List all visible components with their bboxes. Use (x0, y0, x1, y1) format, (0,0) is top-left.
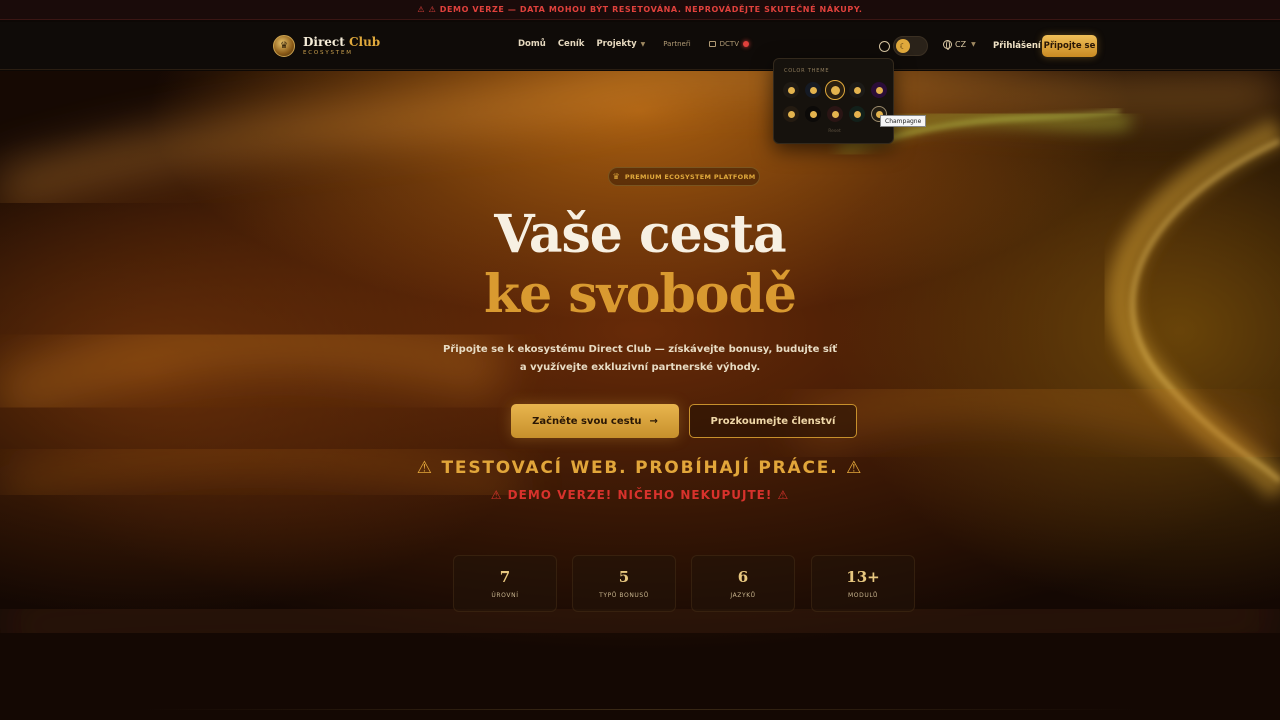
demo-banner: ⚠ ⚠ DEMO VERZE — DATA MOHOU BÝT RESETOVÁ… (0, 0, 1280, 20)
theme-swatch-dot (809, 86, 817, 94)
stat-card-languages: 6 JAZYKŮ (691, 555, 795, 612)
chevron-down-icon: ▼ (640, 40, 646, 48)
join-button[interactable]: Připojte se (1042, 35, 1097, 57)
nav-pricing[interactable]: Ceník (558, 39, 585, 49)
theme-swatch-dot (853, 110, 861, 118)
stat-card-bonus-types: 5 TYPŮ BONUSŮ (572, 555, 676, 612)
stat-value: 5 (618, 568, 630, 586)
theme-reset-link[interactable]: Reset (774, 129, 895, 134)
tv-icon (708, 41, 716, 47)
logo-text: Direct Club ECOSYSTEM (303, 36, 380, 57)
logo-crest-icon: ♛ (273, 35, 295, 57)
hero-title-line2: ke svobodě (484, 264, 797, 325)
logo-title: Direct Club (303, 36, 380, 48)
theme-swatch-dot (830, 85, 840, 95)
nav-projects-label: Projekty (596, 39, 637, 49)
stat-label: TYPŮ BONUSŮ (599, 592, 649, 599)
color-theme-popover: COLOR THEME Reset (773, 58, 894, 144)
logo-subtitle: ECOSYSTEM (303, 49, 353, 56)
hero-title-line1: Vaše cesta (494, 204, 786, 265)
theme-swatch-dot (853, 86, 861, 94)
theme-swatch-dot (809, 110, 817, 118)
nav-home-label: Domů (518, 39, 546, 49)
premium-badge: ♛ PREMIUM ECOSYSTEM PLATFORM (608, 167, 760, 186)
theme-swatch[interactable] (783, 106, 799, 122)
theme-swatch[interactable] (825, 80, 845, 100)
stat-card-modules: 13+ MODULŮ (811, 555, 915, 612)
nav-projects[interactable]: Projekty ▼ (596, 39, 645, 49)
stat-label: JAZYKŮ (730, 592, 756, 599)
stat-card-levels: 7 ÚROVNÍ (453, 555, 557, 612)
stat-value: 7 (499, 568, 511, 586)
login-link[interactable]: Přihlášení (993, 41, 1041, 51)
nav-pricing-label: Ceník (557, 39, 585, 49)
color-theme-title: COLOR THEME (784, 68, 830, 74)
start-journey-button[interactable]: Začněte svou cestu → (511, 404, 679, 438)
theme-swatch[interactable] (849, 82, 865, 98)
testing-warning: ⚠ TESTOVACÍ WEB. PROBÍHAJÍ PRÁCE. ⚠ (416, 458, 864, 478)
nav-dctv-label: DCTV (719, 40, 739, 48)
explore-membership-button[interactable]: Prozkoumejte členství (689, 404, 857, 438)
main-nav: Domů Ceník Projekty ▼ Partneři DCTV (518, 39, 761, 49)
theme-swatch-dot (787, 110, 795, 118)
footer-divider (140, 709, 1140, 710)
hero-title: Vaše cesta ke svobodě (0, 205, 1280, 325)
live-indicator-icon (743, 41, 749, 47)
logo-title-direct: Direct (303, 34, 349, 49)
theme-swatch[interactable] (805, 106, 821, 122)
language-selector[interactable]: CZ ▼ (943, 40, 976, 50)
theme-swatch-dot (831, 110, 839, 118)
stat-value: 13+ (846, 568, 880, 586)
nav-dctv[interactable]: DCTV (708, 40, 749, 48)
palette-icon[interactable] (879, 41, 890, 52)
dark-mode-toggle[interactable]: ☾ (893, 36, 928, 56)
nav-home[interactable]: Domů (518, 39, 546, 49)
theme-swatch[interactable] (783, 82, 799, 98)
crown-icon: ♛ (612, 172, 620, 181)
theme-swatch[interactable] (849, 106, 865, 122)
stat-value: 6 (737, 568, 749, 586)
arrow-right-icon: → (649, 415, 658, 427)
globe-icon (943, 40, 952, 50)
nav-partners[interactable]: Partneři (663, 40, 690, 48)
demo-warning: ⚠ DEMO VERZE! NIČEHO NEKUPUJTE! ⚠ (490, 488, 790, 502)
theme-swatch-dot (875, 86, 883, 94)
theme-tooltip: Champagne (880, 115, 927, 127)
start-journey-label: Začněte svou cestu (532, 415, 642, 427)
theme-swatch-dot (787, 86, 795, 94)
nav-partners-label: Partneři (663, 40, 691, 48)
theme-swatch[interactable] (871, 82, 887, 98)
logo-title-club: Club (348, 34, 381, 49)
chevron-down-icon: ▼ (971, 41, 976, 48)
stat-label: MODULŮ (848, 592, 878, 599)
theme-swatch[interactable] (805, 82, 821, 98)
stat-label: ÚROVNÍ (491, 592, 519, 599)
language-label: CZ (955, 40, 967, 49)
theme-swatch[interactable] (827, 106, 843, 122)
hero-subtitle: Připojte se k ekosystému Direct Club — z… (442, 344, 837, 373)
moon-icon: ☾ (896, 39, 910, 53)
premium-badge-label: PREMIUM ECOSYSTEM PLATFORM (624, 172, 756, 181)
logo[interactable]: ♛ Direct Club ECOSYSTEM (273, 34, 380, 58)
